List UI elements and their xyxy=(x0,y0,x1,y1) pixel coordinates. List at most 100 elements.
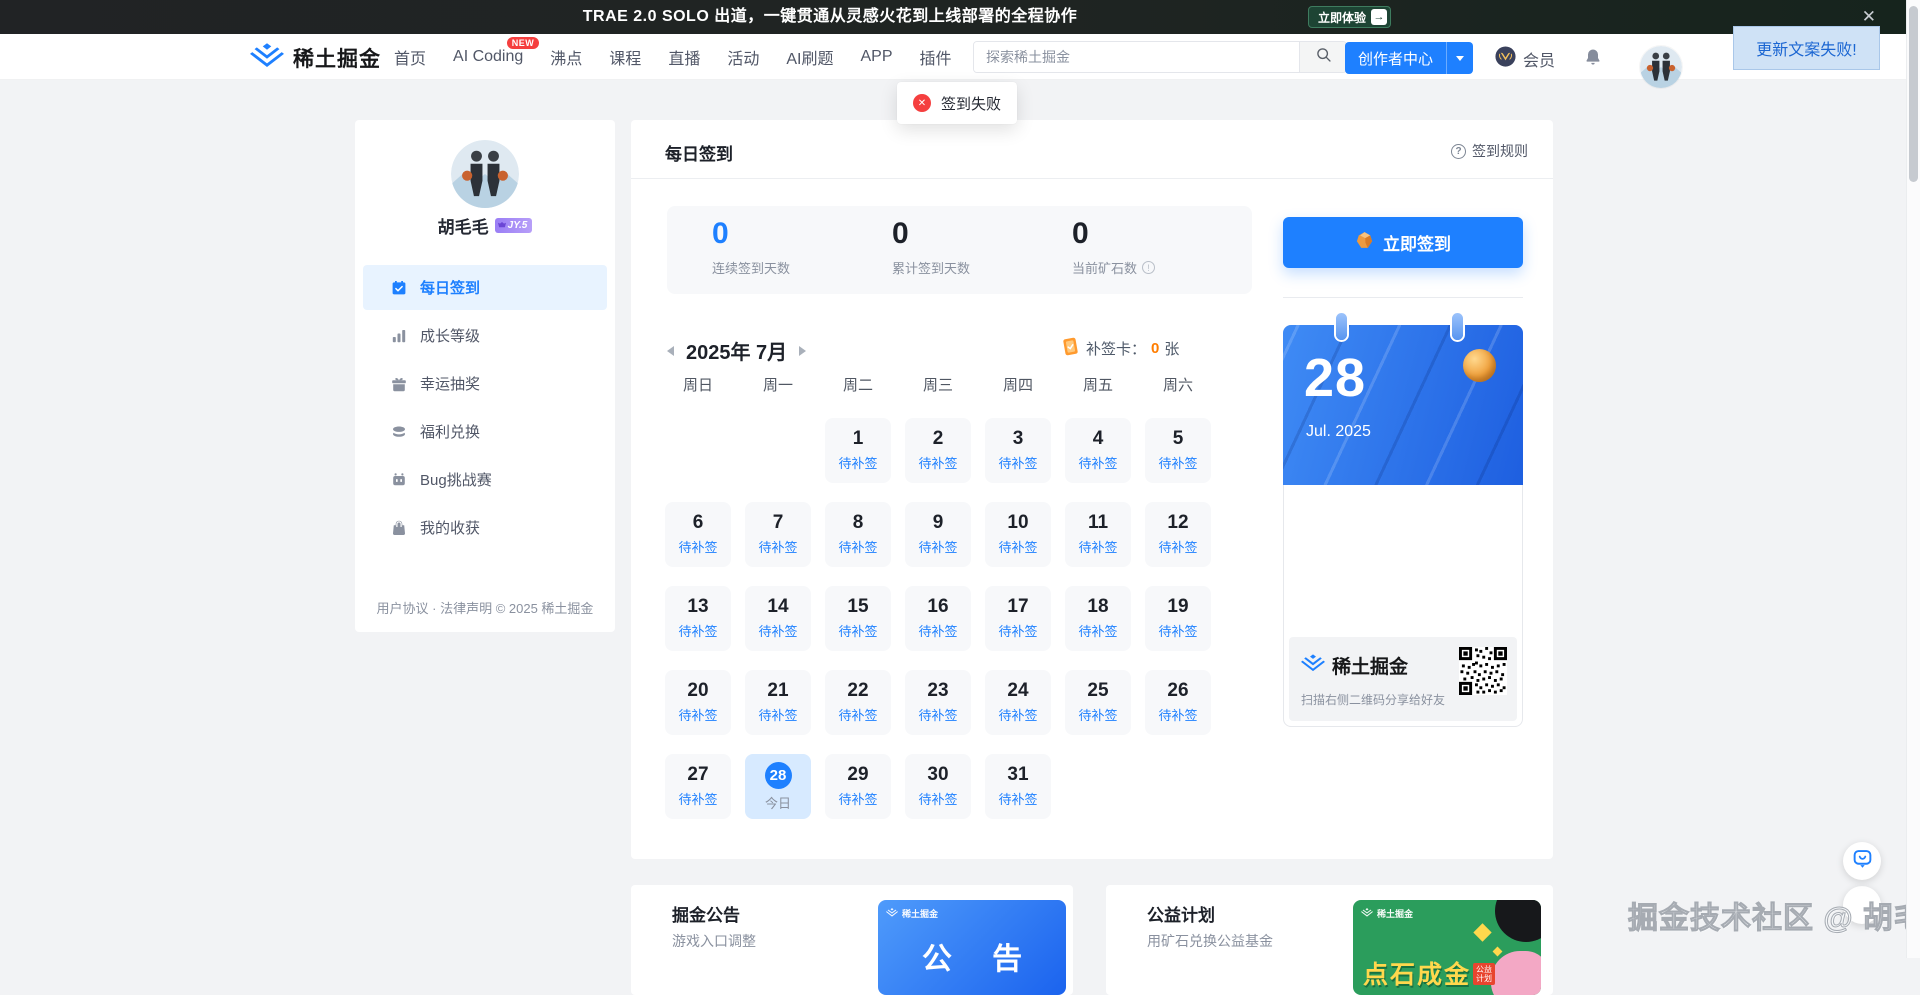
calendar-day-30[interactable]: 30待补签 xyxy=(905,754,971,819)
growth-chart-icon xyxy=(391,328,407,344)
calendar-day-26[interactable]: 26待补签 xyxy=(1145,670,1211,735)
signin-rules-link[interactable]: ? 签到规则 xyxy=(1451,141,1528,161)
sidebar-item-welfare-stack[interactable]: 福利兑换 xyxy=(363,409,607,454)
calendar-day-13[interactable]: 13待补签 xyxy=(665,586,731,651)
calendar-day-19[interactable]: 19待补签 xyxy=(1145,586,1211,651)
calendar-day-21[interactable]: 21待补签 xyxy=(745,670,811,735)
nav-item-4[interactable]: 课程 xyxy=(609,45,641,69)
calendar-day-18[interactable]: 18待补签 xyxy=(1065,586,1131,651)
day-number: 13 xyxy=(687,597,708,617)
calendar-day-2[interactable]: 2待补签 xyxy=(905,418,971,483)
search-button[interactable] xyxy=(1299,42,1346,72)
calendar-day-12[interactable]: 12待补签 xyxy=(1145,502,1211,567)
calendar-day-6[interactable]: 6待补签 xyxy=(665,502,731,567)
divider xyxy=(1283,297,1523,298)
nav-item-3[interactable]: 沸点 xyxy=(550,45,582,69)
calendar-day-22[interactable]: 22待补签 xyxy=(825,670,891,735)
calendar-day-7[interactable]: 7待补签 xyxy=(745,502,811,567)
juejin-logo-icon xyxy=(1301,654,1325,677)
day-status: 待补签 xyxy=(678,789,717,808)
day-number: 9 xyxy=(933,513,944,533)
nav-menu: 首页 AI CodingNEW 沸点 课程 直播 活动 AI刷题 APP 插件 xyxy=(394,34,952,80)
makeup-card-info: 补签卡： 0 张 xyxy=(1060,336,1179,361)
member-badge-icon xyxy=(1494,45,1517,73)
sidebar-item-harvest-bag[interactable]: 我的收获 xyxy=(363,505,607,550)
stat-label: 累计签到天数 xyxy=(892,258,1072,277)
day-number: 24 xyxy=(1007,681,1028,701)
announcement-card[interactable]: 掘金公告 游戏入口调整 稀土掘金 公 告 xyxy=(631,885,1073,995)
calendar-day-3[interactable]: 3待补签 xyxy=(985,418,1051,483)
calendar-day-31[interactable]: 31待补签 xyxy=(985,754,1051,819)
feedback-chat-button[interactable] xyxy=(1843,842,1881,880)
signin-now-button[interactable]: 立即签到 xyxy=(1283,217,1523,268)
calendar-day-4[interactable]: 4待补签 xyxy=(1065,418,1131,483)
calendar-day-10[interactable]: 10待补签 xyxy=(985,502,1051,567)
day-status: 待补签 xyxy=(918,705,957,724)
charity-image-text: 点石成金 xyxy=(1363,955,1471,991)
calendar-day-15[interactable]: 15待补签 xyxy=(825,586,891,651)
next-month-icon[interactable] xyxy=(799,346,806,356)
nav-item-2[interactable]: AI CodingNEW xyxy=(453,48,523,66)
scrollbar-thumb[interactable] xyxy=(1909,6,1918,182)
calendar-day-1[interactable]: 1待补签 xyxy=(825,418,891,483)
signin-failed-toast: ✕ 签到失败 xyxy=(897,82,1017,124)
sidebar-item-calendar-check[interactable]: 每日签到 xyxy=(363,265,607,310)
calendar-day-today[interactable]: 28今日 xyxy=(745,754,811,819)
promo-cta-button[interactable]: 立即体验 → xyxy=(1308,6,1391,28)
calendar-day-9[interactable]: 9待补签 xyxy=(905,502,971,567)
promo-cta-label: 立即体验 xyxy=(1318,9,1366,26)
calendar-day-24[interactable]: 24待补签 xyxy=(985,670,1051,735)
stat-label: 当前矿石数! xyxy=(1072,258,1252,277)
weekday-label: 周三 xyxy=(905,374,971,395)
nav-item-8[interactable]: APP xyxy=(860,48,892,66)
creator-center-label: 创作者中心 xyxy=(1345,42,1446,74)
calendar-day-27[interactable]: 27待补签 xyxy=(665,754,731,819)
calendar-day-29[interactable]: 29待补签 xyxy=(825,754,891,819)
nav-item-5[interactable]: 直播 xyxy=(668,45,700,69)
stat-item: 0当前矿石数! xyxy=(1072,206,1252,294)
sidebar-item-bug[interactable]: Bug挑战赛 xyxy=(363,457,607,502)
juejin-logo[interactable]: 稀土掘金 xyxy=(250,43,381,73)
sparkle-icon xyxy=(1493,947,1503,957)
calendar-day-23[interactable]: 23待补签 xyxy=(905,670,971,735)
calendar-day-20[interactable]: 20待补签 xyxy=(665,670,731,735)
creator-center-button[interactable]: 创作者中心 xyxy=(1345,42,1473,74)
prev-month-icon[interactable] xyxy=(667,346,674,356)
charity-image-tag: 公益计划 xyxy=(1473,963,1495,985)
search-box xyxy=(973,41,1347,73)
user-avatar[interactable] xyxy=(1640,46,1682,88)
calendar-day-5[interactable]: 5待补签 xyxy=(1145,418,1211,483)
notifications-bell-icon[interactable] xyxy=(1583,47,1603,72)
day-number: 30 xyxy=(927,765,948,785)
sidebar-item-gift[interactable]: 幸运抽奖 xyxy=(363,361,607,406)
nav-item-1[interactable]: 首页 xyxy=(394,45,426,69)
day-number: 21 xyxy=(767,681,788,701)
arrow-right-icon: → xyxy=(1371,9,1387,25)
search-input[interactable] xyxy=(974,42,1299,72)
charity-card[interactable]: 公益计划 用矿石兑换公益基金 稀土掘金 点石成金 公益计划 xyxy=(1106,885,1553,995)
nav-item-7[interactable]: AI刷题 xyxy=(786,45,833,69)
member-link[interactable]: 会员 xyxy=(1494,45,1555,73)
member-label: 会员 xyxy=(1523,47,1555,71)
day-status: 待补签 xyxy=(998,789,1037,808)
calendar-day-11[interactable]: 11待补签 xyxy=(1065,502,1131,567)
profile-avatar[interactable] xyxy=(451,140,519,208)
sidebar-item-label: 我的收获 xyxy=(420,517,480,538)
calendar-day-25[interactable]: 25待补签 xyxy=(1065,670,1131,735)
charity-title: 公益计划 xyxy=(1147,901,1215,926)
calendar-day-16[interactable]: 16待补签 xyxy=(905,586,971,651)
creator-dropdown-toggle[interactable] xyxy=(1446,42,1473,74)
day-number: 16 xyxy=(927,597,948,617)
harvest-bag-icon xyxy=(391,520,407,536)
nav-item-9[interactable]: 插件 xyxy=(919,45,951,69)
sidebar-item-growth-chart[interactable]: 成长等级 xyxy=(363,313,607,358)
calendar-day-8[interactable]: 8待补签 xyxy=(825,502,891,567)
nav-item-6[interactable]: 活动 xyxy=(727,45,759,69)
month-navigation: 2025年 7月 xyxy=(667,336,806,365)
info-icon[interactable]: ! xyxy=(1142,261,1155,274)
sidebar-item-label: 成长等级 xyxy=(420,325,480,346)
calendar-day-17[interactable]: 17待补签 xyxy=(985,586,1051,651)
sidebar-item-label: Bug挑战赛 xyxy=(420,469,492,490)
day-number: 15 xyxy=(847,597,868,617)
calendar-day-14[interactable]: 14待补签 xyxy=(745,586,811,651)
